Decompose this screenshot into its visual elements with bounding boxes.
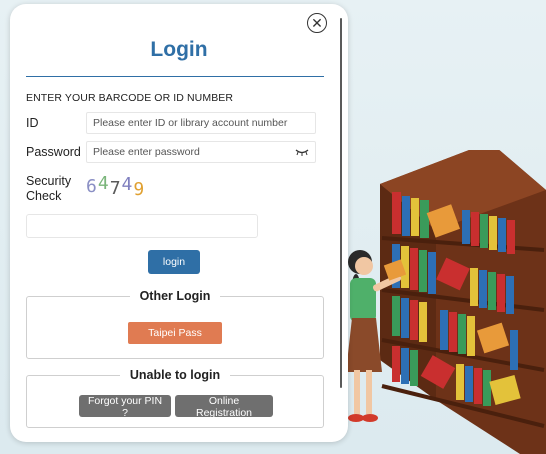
captcha-digit: 4 (121, 174, 134, 195)
online-registration-button[interactable]: Online Registration (175, 395, 273, 419)
security-label-line1: Security (26, 174, 72, 188)
modal-scrollbar[interactable] (340, 18, 342, 388)
security-check-label: Security Check (26, 174, 71, 204)
captcha-digit: 6 (86, 176, 98, 197)
other-login-section: Other Login Taipei Pass (26, 289, 324, 359)
eye-closed-icon[interactable] (295, 148, 309, 156)
barcode-instruction: ENTER YOUR BARCODE OR ID NUMBER (26, 92, 234, 104)
captcha-digit: 4 (97, 173, 110, 194)
security-label-line2: Check (26, 189, 62, 203)
id-label: ID (26, 116, 39, 130)
password-input[interactable] (86, 141, 316, 163)
forgot-pin-button[interactable]: Forgot your PIN ? (79, 395, 171, 419)
captcha-digit: 7 (109, 178, 122, 199)
id-input[interactable] (86, 112, 316, 134)
captcha-image: 64749 (86, 173, 146, 200)
security-code-input[interactable] (26, 214, 258, 238)
close-icon[interactable]: ✕ (307, 13, 327, 33)
captcha-digit: 9 (133, 179, 146, 200)
title-divider (26, 76, 324, 77)
login-modal: ✕ Login ENTER YOUR BARCODE OR ID NUMBER … (10, 4, 348, 442)
taipei-pass-button[interactable]: Taipei Pass (128, 322, 222, 344)
other-login-legend: Other Login (139, 289, 211, 303)
unable-to-login-section: Unable to login Forgot your PIN ? Online… (26, 368, 324, 428)
password-label: Password (26, 145, 81, 159)
unable-to-login-legend: Unable to login (129, 368, 221, 382)
login-button[interactable]: login (148, 250, 200, 274)
bookshelf-illustration (346, 150, 546, 454)
modal-title: Login (150, 38, 208, 61)
